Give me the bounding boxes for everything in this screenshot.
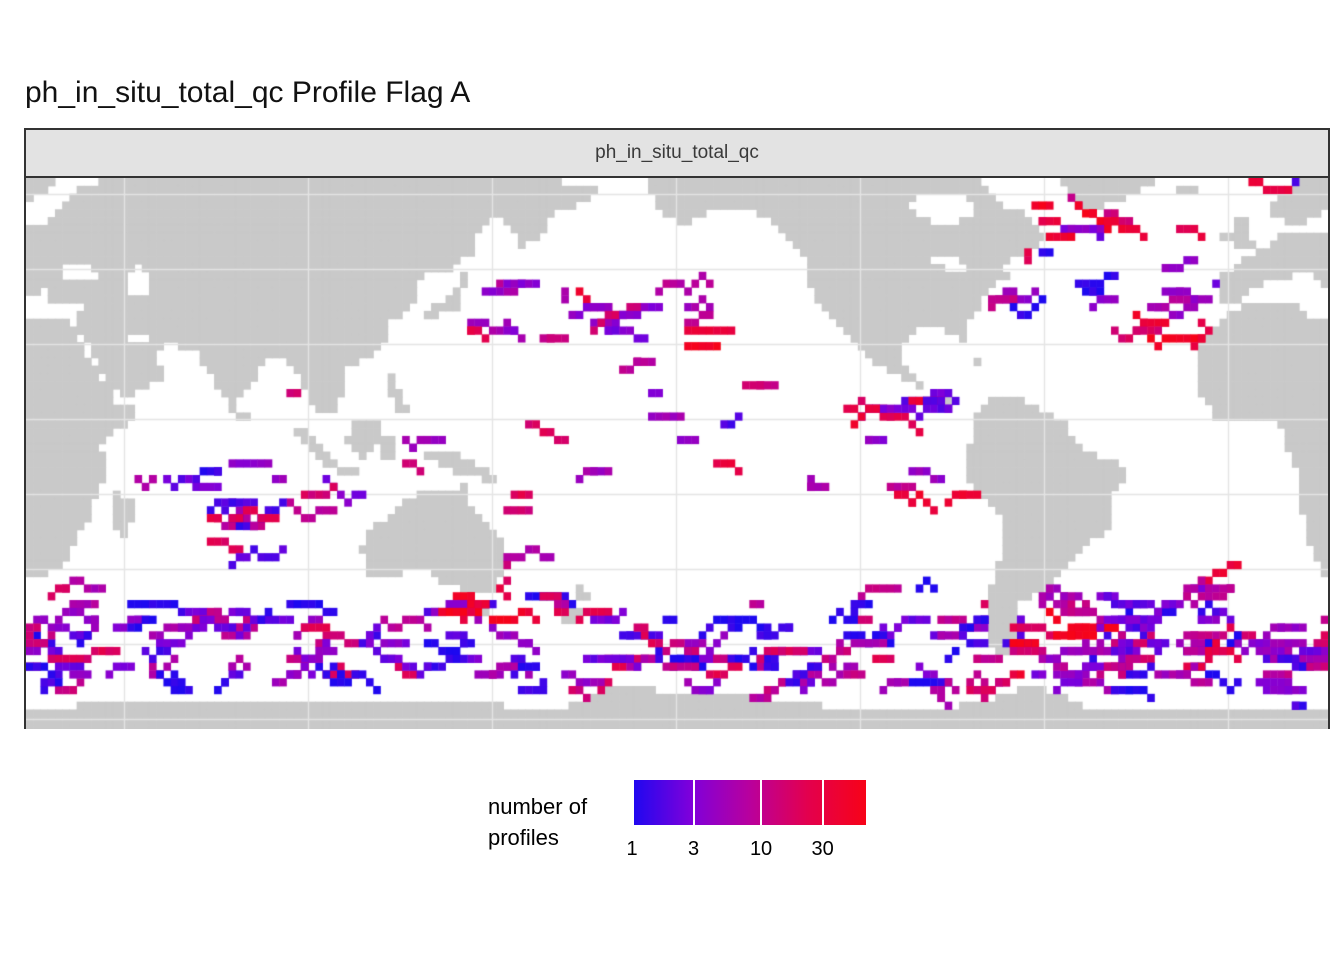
colorbar-gradient: 131030 (632, 780, 866, 825)
colorbar-tick-label: 10 (750, 838, 772, 861)
colorbar-tick-label: 30 (812, 838, 834, 861)
map-panel: ph_in_situ_total_qc (24, 128, 1330, 729)
figure: ph_in_situ_total_qc Profile Flag A ph_in… (0, 0, 1344, 960)
colorbar-tick-label: 3 (688, 838, 699, 861)
colorbar-tick (632, 780, 634, 825)
colorbar-tick-label: 1 (626, 838, 637, 861)
legend-title: number of profiles (488, 791, 628, 853)
figure-title: ph_in_situ_total_qc Profile Flag A (25, 76, 470, 110)
colorbar-tick (760, 780, 762, 825)
colorbar-tick (693, 780, 695, 825)
facet-strip-label: ph_in_situ_total_qc (595, 142, 759, 164)
world-map-canvas (26, 178, 1328, 729)
colorbar-tick (822, 780, 824, 825)
facet-strip: ph_in_situ_total_qc (26, 130, 1328, 178)
